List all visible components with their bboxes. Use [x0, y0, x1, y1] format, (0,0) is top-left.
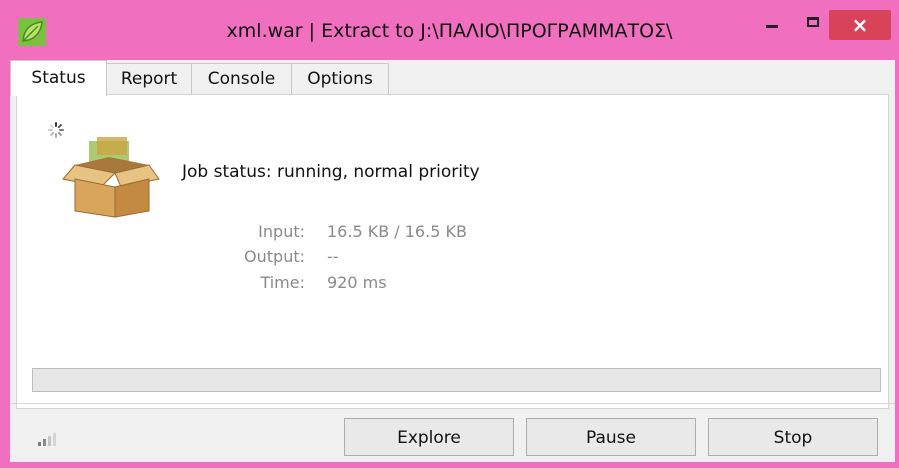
input-value: 16.5 KB / 16.5 KB — [327, 222, 467, 241]
tab-options[interactable]: Options — [291, 63, 389, 94]
stop-button[interactable]: Stop — [708, 418, 878, 456]
extract-window: xml.war | Extract to J:\ΠΑΛΙΟ\ΠΡΟΓΡΑΜΜΑΤ… — [0, 0, 899, 468]
maximize-icon — [807, 17, 819, 27]
minimize-button[interactable] — [757, 10, 787, 40]
progress-bar — [32, 368, 881, 392]
input-label: Input: — [258, 222, 305, 241]
tab-status[interactable]: Status — [10, 60, 107, 96]
footer-divider — [10, 403, 895, 404]
tab-report[interactable]: Report — [106, 63, 192, 94]
maximize-button[interactable] — [796, 10, 830, 40]
explore-button[interactable]: Explore — [344, 418, 514, 456]
tab-console[interactable]: Console — [191, 63, 292, 94]
status-panel: Job status: running, normal priority Inp… — [16, 94, 889, 409]
job-status-text: Job status: running, normal priority — [182, 162, 480, 182]
output-value: -- — [327, 247, 339, 266]
output-label: Output: — [244, 247, 305, 266]
signal-bars-icon — [38, 433, 56, 446]
time-label: Time: — [260, 273, 305, 292]
minimize-icon — [766, 25, 778, 28]
open-box-icon — [62, 137, 160, 218]
time-value: 920 ms — [327, 273, 387, 292]
client-area: Status Report Console Options Job status… — [10, 60, 895, 462]
close-icon: × — [851, 13, 869, 37]
pause-button[interactable]: Pause — [526, 418, 696, 456]
title-bar[interactable]: xml.war | Extract to J:\ΠΑΛΙΟ\ΠΡΟΓΡΑΜΜΑΤ… — [0, 0, 899, 60]
close-button[interactable]: × — [829, 10, 891, 40]
